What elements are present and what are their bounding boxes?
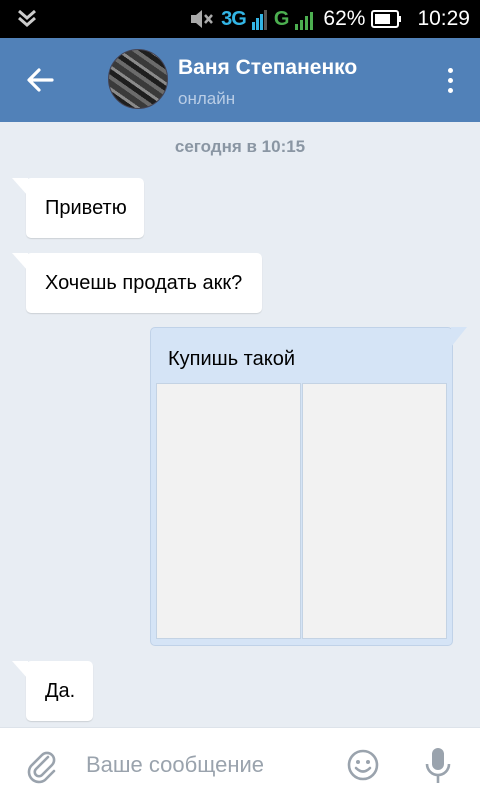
message-text: Приветю: [45, 196, 127, 219]
contact-status: онлайн: [178, 89, 236, 108]
emoji-icon[interactable]: [346, 748, 380, 782]
notification-download-icon: [18, 9, 36, 27]
back-button[interactable]: [18, 60, 62, 100]
contact-name[interactable]: Ваня Степаненко: [178, 56, 357, 80]
dot-icon: [447, 87, 453, 93]
mute-icon: [191, 10, 214, 28]
chat-header: Ваня Степаненко онлайн: [0, 38, 480, 122]
message-bubble-incoming[interactable]: Да.: [12, 661, 93, 721]
network-type-3g: 3G: [221, 7, 247, 30]
photo-attachment[interactable]: [156, 383, 301, 639]
status-bar: 3G G 62% 10:29: [0, 0, 480, 38]
message-text: Купишь такой: [168, 348, 296, 370]
avatar[interactable]: [108, 49, 168, 109]
message-text: Да.: [45, 679, 76, 702]
microphone-icon[interactable]: [424, 746, 452, 786]
signal-g-icon: [295, 12, 314, 30]
message-bubble-incoming[interactable]: Хочешь продать акк?: [12, 253, 262, 313]
battery-percent: 62%: [323, 7, 366, 30]
signal-3g-icon: [251, 10, 267, 30]
battery-icon: [371, 10, 402, 28]
network-type-g: G: [273, 7, 290, 30]
date-separator: сегодня в 10:15: [174, 137, 306, 156]
message-bubble-outgoing[interactable]: Купишь такой: [150, 327, 467, 646]
paperclip-icon[interactable]: [24, 748, 60, 784]
message-bubble-incoming[interactable]: Приветю: [12, 178, 144, 238]
photo-attachment[interactable]: [302, 383, 447, 639]
dot-icon: [447, 77, 453, 83]
message-composer: [0, 727, 480, 800]
status-icons: 3G G 62% 10:29: [189, 0, 470, 38]
arrow-left-icon: [27, 68, 54, 92]
message-input[interactable]: [86, 746, 326, 784]
message-text: Хочешь продать акк?: [45, 271, 243, 294]
dot-icon: [447, 67, 453, 73]
more-options-button[interactable]: [438, 60, 462, 100]
clock: 10:29: [417, 7, 470, 30]
